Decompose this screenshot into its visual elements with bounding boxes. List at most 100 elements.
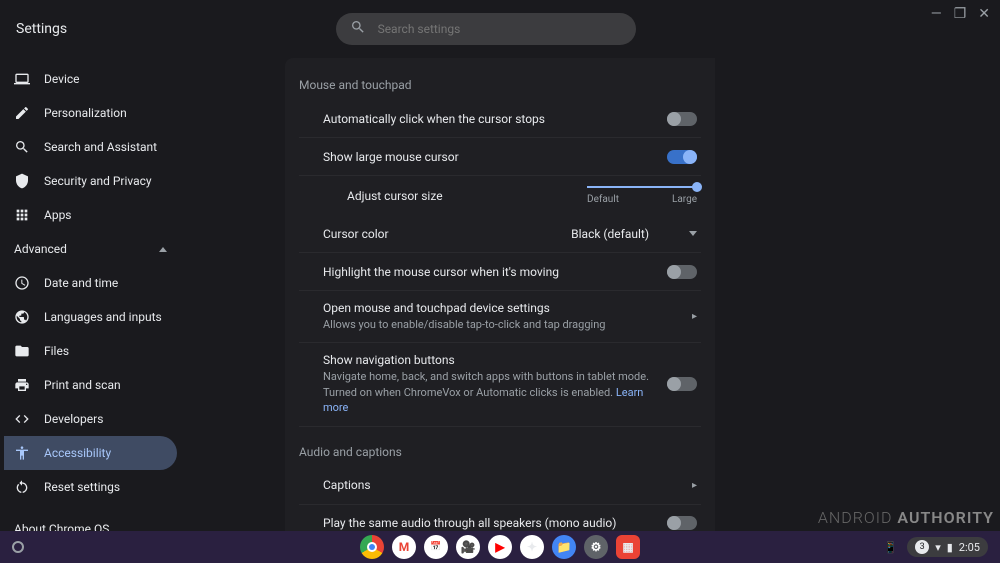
clock: 2:05 xyxy=(959,541,980,554)
sidebar-item-print[interactable]: Print and scan xyxy=(4,368,177,402)
system-tray[interactable]: 📱 3 ▾ ▮ 2:05 xyxy=(883,537,988,557)
sidebar-item-developers[interactable]: Developers xyxy=(4,402,177,436)
laptop-icon xyxy=(14,71,30,87)
row-highlight-cursor: Highlight the mouse cursor when it's mov… xyxy=(299,253,701,291)
toggle-auto-click[interactable] xyxy=(667,112,697,126)
select-value: Black (default) xyxy=(571,227,649,241)
sidebar-item-label: Print and scan xyxy=(44,378,121,392)
sidebar-item-files[interactable]: Files xyxy=(4,334,177,368)
printer-icon xyxy=(14,377,30,393)
app-chrome-icon[interactable] xyxy=(360,535,384,559)
chevron-right-icon: ▸ xyxy=(692,480,697,491)
app-meet-icon[interactable]: 🎥 xyxy=(456,535,480,559)
sidebar-item-label: Date and time xyxy=(44,276,118,290)
search-icon xyxy=(14,139,30,155)
sidebar-item-label: Accessibility xyxy=(44,446,111,460)
sidebar-item-label: Personalization xyxy=(44,106,127,120)
row-open-device-settings[interactable]: Open mouse and touchpad device settings … xyxy=(299,291,701,343)
row-cursor-size: Adjust cursor size Default Large xyxy=(299,176,701,215)
app-calendar-icon[interactable]: 📅 xyxy=(424,535,448,559)
shelf: M 📅 🎥 ▶ ✦ 📁 ⚙ ▦ 📱 3 ▾ ▮ 2:05 xyxy=(0,531,1000,563)
row-label: Open mouse and touchpad device settings xyxy=(323,301,692,315)
slider-max-label: Large xyxy=(672,194,697,205)
sidebar-item-label: Developers xyxy=(44,412,103,426)
row-captions[interactable]: Captions ▸ xyxy=(299,467,701,505)
folder-icon xyxy=(14,343,30,359)
row-label: Show large mouse cursor xyxy=(323,150,667,164)
chevron-down-icon xyxy=(689,231,697,236)
search-icon xyxy=(350,19,366,39)
reset-icon xyxy=(14,479,30,495)
app-youtube-icon[interactable]: ▶ xyxy=(488,535,512,559)
watermark: ANDROID AUTHORITY xyxy=(818,508,994,527)
battery-icon: ▮ xyxy=(947,541,953,554)
close-icon[interactable]: ✕ xyxy=(978,6,990,22)
row-auto-click: Automatically click when the cursor stop… xyxy=(299,100,701,138)
sidebar-item-reset[interactable]: Reset settings xyxy=(4,470,177,504)
advanced-label: Advanced xyxy=(14,242,67,256)
accessibility-icon xyxy=(14,445,30,461)
row-label: Automatically click when the cursor stop… xyxy=(323,112,667,126)
row-large-cursor: Show large mouse cursor xyxy=(299,138,701,176)
sidebar-item-personalization[interactable]: Personalization xyxy=(4,96,177,130)
wifi-icon: ▾ xyxy=(935,541,941,554)
cursor-size-slider[interactable] xyxy=(587,186,697,188)
sidebar-item-security[interactable]: Security and Privacy xyxy=(4,164,177,198)
advanced-toggle[interactable]: Advanced xyxy=(4,232,177,266)
row-label: Highlight the mouse cursor when it's mov… xyxy=(323,265,667,279)
sidebar-item-languages[interactable]: Languages and inputs xyxy=(4,300,177,334)
content-panel: Mouse and touchpad Automatically click w… xyxy=(285,58,715,533)
shelf-apps: M 📅 🎥 ▶ ✦ 📁 ⚙ ▦ xyxy=(360,535,640,559)
sidebar-item-label: Reset settings xyxy=(44,480,120,494)
pen-icon xyxy=(14,105,30,121)
row-label: Show navigation buttons xyxy=(323,353,667,367)
sidebar-item-label: Search and Assistant xyxy=(44,140,157,154)
group-title-mouse: Mouse and touchpad xyxy=(299,78,701,92)
row-label: Adjust cursor size xyxy=(347,189,522,203)
shield-icon xyxy=(14,173,30,189)
sidebar-item-label: Apps xyxy=(44,208,72,222)
row-nav-buttons: Show navigation buttons Navigate home, b… xyxy=(299,343,701,426)
sidebar-item-label: Device xyxy=(44,72,80,86)
sidebar-item-device[interactable]: Device xyxy=(4,62,177,96)
chevron-up-icon xyxy=(159,247,167,252)
app-files-icon[interactable]: 📁 xyxy=(552,535,576,559)
slider-min-label: Default xyxy=(587,194,619,205)
toggle-highlight-cursor[interactable] xyxy=(667,265,697,279)
sidebar-item-label: Files xyxy=(44,344,69,358)
row-cursor-color: Cursor color Black (default) xyxy=(299,215,701,253)
sidebar-item-accessibility[interactable]: Accessibility xyxy=(4,436,177,470)
row-sublabel: Allows you to enable/disable tap-to-clic… xyxy=(323,317,692,332)
cursor-color-select[interactable]: Black (default) xyxy=(571,227,697,241)
clock-icon xyxy=(14,275,30,291)
restore-icon[interactable]: ❐ xyxy=(954,6,967,22)
sidebar-about[interactable]: About Chrome OS xyxy=(4,512,177,533)
notification-badge[interactable]: 3 xyxy=(915,540,929,554)
sidebar-item-label: Languages and inputs xyxy=(44,310,162,324)
sidebar-item-apps[interactable]: Apps xyxy=(4,198,177,232)
search-input[interactable] xyxy=(378,22,622,36)
apps-icon xyxy=(14,207,30,223)
sidebar: Device Personalization Search and Assist… xyxy=(0,58,185,533)
minimize-icon[interactable]: — xyxy=(931,6,942,22)
sidebar-item-datetime[interactable]: Date and time xyxy=(4,266,177,300)
toggle-mono-audio[interactable] xyxy=(667,516,697,530)
sidebar-item-search[interactable]: Search and Assistant xyxy=(4,130,177,164)
app-other-icon[interactable]: ▦ xyxy=(616,535,640,559)
phone-icon[interactable]: 📱 xyxy=(883,541,897,554)
app-settings-icon[interactable]: ⚙ xyxy=(584,535,608,559)
app-photos-icon[interactable]: ✦ xyxy=(520,535,544,559)
app-title: Settings xyxy=(16,21,67,37)
search-box[interactable] xyxy=(336,13,636,45)
code-icon xyxy=(14,411,30,427)
row-label: Cursor color xyxy=(323,227,571,241)
row-label: Captions xyxy=(323,478,692,492)
toggle-nav-buttons[interactable] xyxy=(667,377,697,391)
app-gmail-icon[interactable]: M xyxy=(392,535,416,559)
sidebar-item-label: Security and Privacy xyxy=(44,174,152,188)
toggle-large-cursor[interactable] xyxy=(667,150,697,164)
group-title-audio: Audio and captions xyxy=(299,445,701,459)
row-label: Play the same audio through all speakers… xyxy=(323,516,667,530)
launcher-button[interactable] xyxy=(12,541,24,553)
row-mono-audio: Play the same audio through all speakers… xyxy=(299,505,701,533)
